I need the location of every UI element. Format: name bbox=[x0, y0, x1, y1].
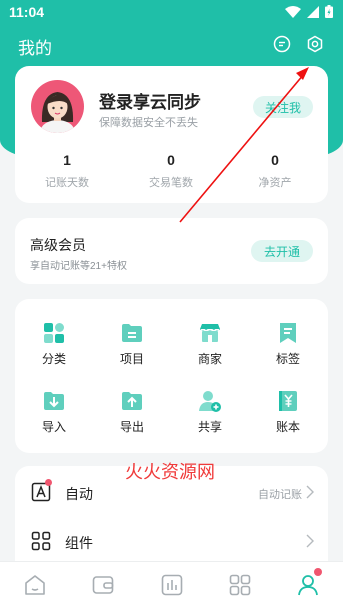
grid-item-store[interactable]: 商家 bbox=[171, 321, 249, 367]
stat-label: 记账天数 bbox=[45, 177, 89, 189]
grid-label: 项目 bbox=[119, 352, 144, 366]
avatar-girl-icon bbox=[40, 92, 75, 133]
vip-title: 高级会员 bbox=[30, 237, 86, 253]
user-icon[interactable] bbox=[296, 573, 320, 597]
auto-badge-dot bbox=[45, 479, 52, 486]
grid-label: 导出 bbox=[119, 420, 144, 434]
wallet-icon[interactable] bbox=[91, 573, 115, 597]
signal-icon bbox=[307, 5, 319, 18]
stat-net-assets[interactable]: 0 净资产 bbox=[223, 152, 327, 190]
avatar[interactable] bbox=[31, 80, 84, 133]
status-icons bbox=[285, 5, 333, 18]
grid-item-project[interactable]: 项目 bbox=[93, 321, 171, 367]
status-time: 11:04 bbox=[9, 4, 45, 20]
apps-grid-icon[interactable] bbox=[228, 573, 252, 597]
grid-label: 共享 bbox=[197, 420, 222, 434]
grid-item-ledger[interactable]: 账本 bbox=[249, 389, 327, 435]
settings-button[interactable] bbox=[304, 33, 326, 55]
list-label: 自动 bbox=[65, 486, 93, 502]
store-icon bbox=[200, 324, 220, 342]
stat-value: 0 bbox=[271, 152, 279, 168]
list-item-widget[interactable]: 组件 bbox=[15, 517, 328, 565]
list-value: 自动记账 bbox=[258, 489, 302, 501]
me-tab-badge-dot bbox=[314, 568, 322, 576]
grid-label: 账本 bbox=[275, 420, 300, 434]
grid-item-export[interactable]: 导出 bbox=[93, 389, 171, 435]
tag-icon bbox=[280, 323, 296, 343]
home-icon[interactable] bbox=[23, 573, 47, 597]
vip-card[interactable]: 高级会员 享自动记账等21+特权 去开通 bbox=[15, 218, 328, 284]
grid-item-import[interactable]: 导入 bbox=[15, 389, 93, 435]
stat-bookkeeping-days[interactable]: 1 记账天数 bbox=[15, 152, 119, 190]
stat-label: 交易笔数 bbox=[149, 177, 193, 189]
chart-icon[interactable] bbox=[160, 573, 184, 597]
watermark-text: 火火资源网 bbox=[125, 462, 215, 482]
chevron-right-icon bbox=[306, 485, 314, 499]
grid-label: 导入 bbox=[41, 420, 66, 434]
import-icon bbox=[44, 392, 64, 410]
grid-item-tag[interactable]: 标签 bbox=[249, 321, 327, 367]
grid-label: 分类 bbox=[41, 352, 66, 366]
login-title[interactable]: 登录享云同步 bbox=[99, 88, 201, 113]
tools-grid-card: 分类 项目 商家 标签 导入 导出 共享 账本 bbox=[15, 299, 328, 453]
message-button[interactable] bbox=[271, 33, 293, 55]
share-user-icon bbox=[199, 391, 221, 412]
project-folder-icon bbox=[122, 324, 142, 342]
category-icon bbox=[44, 323, 64, 343]
export-icon bbox=[122, 392, 142, 410]
ledger-icon bbox=[279, 391, 297, 411]
profile-card: 登录享云同步 保障数据安全不丢失 关注我 1 记账天数 0 交易笔数 0 净资产 bbox=[15, 66, 328, 203]
grid-label: 标签 bbox=[275, 352, 300, 366]
page-title: 我的 bbox=[18, 39, 52, 58]
message-icon bbox=[273, 35, 291, 53]
bottom-tab-bar bbox=[0, 561, 343, 610]
vip-subtitle: 享自动记账等21+特权 bbox=[30, 261, 127, 272]
follow-button[interactable]: 关注我 bbox=[253, 96, 313, 118]
grid-label: 商家 bbox=[197, 352, 222, 366]
settings-hexagon-icon bbox=[307, 35, 323, 53]
title-row: 我的 bbox=[0, 30, 343, 60]
status-bar: 11:04 bbox=[0, 0, 343, 26]
chevron-right-icon bbox=[306, 534, 314, 548]
login-subtitle: 保障数据安全不丢失 bbox=[99, 117, 198, 129]
stat-value: 1 bbox=[63, 152, 71, 168]
stat-value: 0 bbox=[167, 152, 175, 168]
stat-label: 净资产 bbox=[258, 177, 292, 189]
wifi-icon bbox=[285, 5, 301, 18]
list-label: 组件 bbox=[65, 535, 93, 551]
grid-item-share[interactable]: 共享 bbox=[171, 389, 249, 435]
stat-transactions[interactable]: 0 交易笔数 bbox=[119, 152, 223, 190]
widget-grid-icon bbox=[31, 531, 51, 551]
vip-activate-button[interactable]: 去开通 bbox=[251, 240, 313, 262]
battery-icon bbox=[325, 5, 333, 18]
grid-item-category[interactable]: 分类 bbox=[15, 321, 93, 367]
